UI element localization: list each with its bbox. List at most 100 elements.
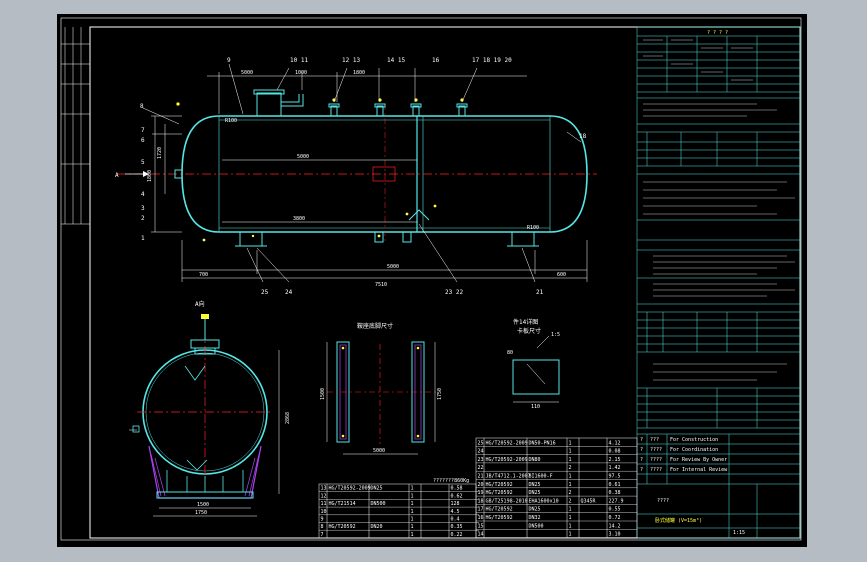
- parts-left-cell: HG/T20592-2009: [329, 486, 371, 492]
- dim-r1: R100: [225, 118, 237, 124]
- parts-right-cell: 24: [478, 449, 484, 455]
- parts-right-cell: 25: [478, 440, 484, 446]
- parts-left-cell: HG/T21514: [329, 501, 356, 507]
- rev-1-a: ?: [640, 447, 643, 453]
- margin-table: [61, 27, 90, 225]
- dim-height-left: 1720: [157, 147, 163, 159]
- saddle-dim-3: 1750: [437, 388, 443, 400]
- dim-nozzle-b: 1000: [295, 70, 307, 76]
- parts-left-cell: 0.58: [451, 486, 463, 492]
- parts-right-cell: HG/T20592: [486, 515, 513, 521]
- parts-left-cell: DN20: [371, 524, 383, 530]
- rev-0-a: ?: [640, 437, 643, 443]
- label-5: 5: [141, 159, 145, 166]
- parts-right-cell: DN25: [529, 482, 541, 488]
- parts-right-cell: 1: [569, 457, 572, 463]
- parts-left-cell: 12: [321, 493, 327, 499]
- saddle-title: 鞍座底脚尺寸: [357, 322, 393, 330]
- spec-header: ? ? ? ?: [707, 30, 728, 36]
- label-12-13: 12 13: [342, 57, 360, 64]
- title-drawing-name: 卧式储罐 (V=15m³): [655, 517, 702, 524]
- rev-1-c: For Coordination: [670, 447, 718, 453]
- parts-left-cell: 13: [321, 486, 327, 492]
- end-dim-1: 1500: [197, 502, 209, 508]
- parts-left-cell: 9: [321, 517, 324, 523]
- parts-right-cell: 16: [478, 515, 484, 521]
- parts-right-cell: DN25: [529, 507, 541, 513]
- main-view-labels: 9 10 11 12 13 14 15 16 17 18 19 20 8 7 6…: [115, 57, 587, 296]
- label-25: 25: [261, 289, 269, 296]
- parts-right-cell: 0.08: [609, 449, 621, 455]
- dim-r2: R100: [527, 225, 539, 231]
- parts-right-cell: 97.5: [609, 474, 621, 480]
- parts-list-left: 13 HG/T20592-2009 DN25 1 0.5812 1 0.6211 HG/T21…: [319, 486, 479, 539]
- parts-right-cell: 15: [478, 523, 484, 529]
- parts-right-cell: 14: [478, 532, 484, 538]
- parts-right-cell: HG/T20592: [486, 490, 513, 496]
- parts-right-cell: 3.10: [609, 532, 621, 538]
- parts-left-cell: 1: [411, 517, 414, 523]
- parts-right-cell: 23: [478, 457, 484, 463]
- label-1: 1: [141, 235, 145, 242]
- parts-list-right: 25 HG/T20592-2009 DN50-PN16 1 4.12 24 1 0.08 23 H…: [476, 440, 637, 538]
- parts-right-cell: BI1600-F: [529, 474, 553, 480]
- parts-right-cell: DN80: [529, 457, 541, 463]
- parts-right-cell: HG/T20592: [486, 507, 513, 513]
- parts-right-cell: 0.72: [609, 515, 621, 521]
- rev-3-b: ????: [650, 467, 662, 473]
- parts-right-cell: DN50-PN16: [529, 440, 556, 446]
- rev-2-c: For Review By Owner: [670, 457, 727, 463]
- parts-right-cell: HG/T20592-2009: [486, 440, 528, 446]
- parts-right-cell: 2: [569, 465, 572, 471]
- dim-height-main: 1800: [147, 170, 153, 182]
- rev-2-b: ????: [650, 457, 662, 463]
- detail-dim-2: 80: [507, 350, 513, 356]
- parts-left-cell: DN500: [371, 501, 386, 507]
- rev-3-a: ?: [640, 467, 643, 473]
- parts-right-cell: 2.15: [609, 457, 621, 463]
- detail-subtitle: 卡板尺寸: [517, 327, 541, 335]
- parts-left-cell: 0.22: [451, 532, 463, 538]
- parts-left-cell: 1: [411, 532, 414, 538]
- parts-right-cell: 22: [478, 465, 484, 471]
- parts-left-cell: 0.35: [451, 524, 463, 530]
- rev-0-c: For Construction: [670, 437, 718, 443]
- parts-right-cell: EHA1600x10: [529, 498, 559, 504]
- parts-right-cell: DN32: [529, 515, 541, 521]
- parts-right-cell: 1: [569, 532, 572, 538]
- parts-right-cell: 1: [569, 449, 572, 455]
- parts-left-cell: 1: [411, 486, 414, 492]
- dim-right-end: 600: [557, 272, 566, 278]
- label-10-11: 10 11: [290, 57, 308, 64]
- label-17-20: 17 18 19 20: [472, 57, 512, 64]
- parts-left-cell: 1: [411, 524, 414, 530]
- parts-right-cell: 1: [569, 440, 572, 446]
- parts-right-cell: 1: [569, 474, 572, 480]
- parts-right-cell: 2: [569, 498, 572, 504]
- parts-right-cell: 2: [569, 490, 572, 496]
- parts-right-cell: JB/T4712.1-2007: [486, 474, 531, 480]
- saddle-dim-2: 1500: [320, 388, 326, 400]
- parts-left-cell: HG/T20592: [329, 524, 356, 530]
- parts-right-cell: 1: [569, 482, 572, 488]
- parts-left-cell: 1: [411, 493, 414, 499]
- parts-right-cell: 20: [478, 482, 484, 488]
- saddle-dim-1: 5000: [373, 448, 385, 454]
- parts-left-cell: 1: [411, 509, 414, 515]
- label-8: 8: [140, 103, 144, 110]
- label-4: 4: [141, 191, 145, 198]
- revision-table: ? ??? For Construction ? ???? For Coordi…: [640, 437, 728, 473]
- spec-table-fill: [643, 39, 795, 381]
- parts-right-cell: 14.2: [609, 523, 621, 529]
- dim-nozzle-a: 5000: [241, 70, 253, 76]
- parts-left-cell: 0.4: [451, 517, 460, 523]
- parts-right-cell: DN500: [529, 523, 544, 529]
- parts-left-cell: 11: [321, 501, 327, 507]
- detail-view: [512, 335, 560, 403]
- parts-right-cell: 4.12: [609, 440, 621, 446]
- dim-overall: 7510: [375, 282, 387, 288]
- label-14-15: 14 15: [387, 57, 405, 64]
- title-sheet: 1:15: [733, 530, 745, 536]
- parts-right-cell: 17: [478, 507, 484, 513]
- label-6: 6: [141, 137, 145, 144]
